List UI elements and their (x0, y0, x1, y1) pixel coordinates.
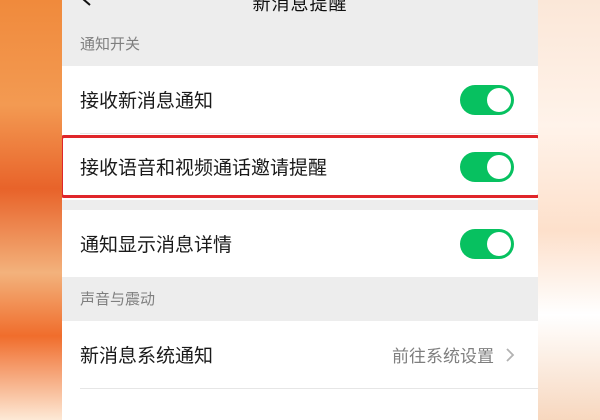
toggle-knob (487, 231, 511, 256)
setting-label: 通知显示消息详情 (80, 234, 233, 256)
go-to-system-settings-link[interactable]: 前往系统设置 (392, 342, 494, 367)
notification-detail-group: 通知显示消息详情 (62, 210, 538, 277)
section-header-sound-vibration: 声音与震动 (80, 290, 156, 308)
setting-label: 接收语音和视频通话邀请提醒 (80, 157, 328, 179)
setting-row-show-message-details[interactable]: 通知显示消息详情 (62, 210, 538, 277)
toggle-knob (487, 154, 511, 179)
call-invite-reminder-toggle[interactable] (460, 151, 514, 182)
setting-row-call-invite-reminder[interactable]: 接收语音和视频通话邀请提醒 (62, 133, 538, 200)
chevron-right-icon (506, 347, 515, 362)
setting-label: 接收新消息通知 (80, 90, 214, 112)
top-navigation-bar: 新消息提醒 (62, 0, 538, 22)
notification-switch-group: 接收新消息通知 接收语音和视频通话邀请提醒 (62, 66, 538, 200)
setting-row-system-notification[interactable]: 新消息系统通知 前往系统设置 (62, 321, 538, 388)
next-setting-row-partial (80, 388, 538, 420)
receive-new-message-toggle[interactable] (460, 84, 514, 115)
background-photo-left (0, 0, 62, 420)
setting-label: 新消息系统通知 (80, 345, 214, 367)
setting-row-receive-new-message[interactable]: 接收新消息通知 (62, 66, 538, 133)
section-header-notification-switch: 通知开关 (80, 35, 141, 53)
show-message-details-toggle[interactable] (460, 228, 514, 259)
sound-vibration-group: 新消息系统通知 前往系统设置 (62, 321, 538, 420)
page-title: 新消息提醒 (252, 0, 348, 15)
background-photo-right (538, 0, 600, 420)
settings-screen: 新消息提醒 通知开关 接收新消息通知 接收语音和视频通话邀请提醒 通知显示消息详… (62, 0, 538, 420)
toggle-knob (487, 87, 511, 112)
